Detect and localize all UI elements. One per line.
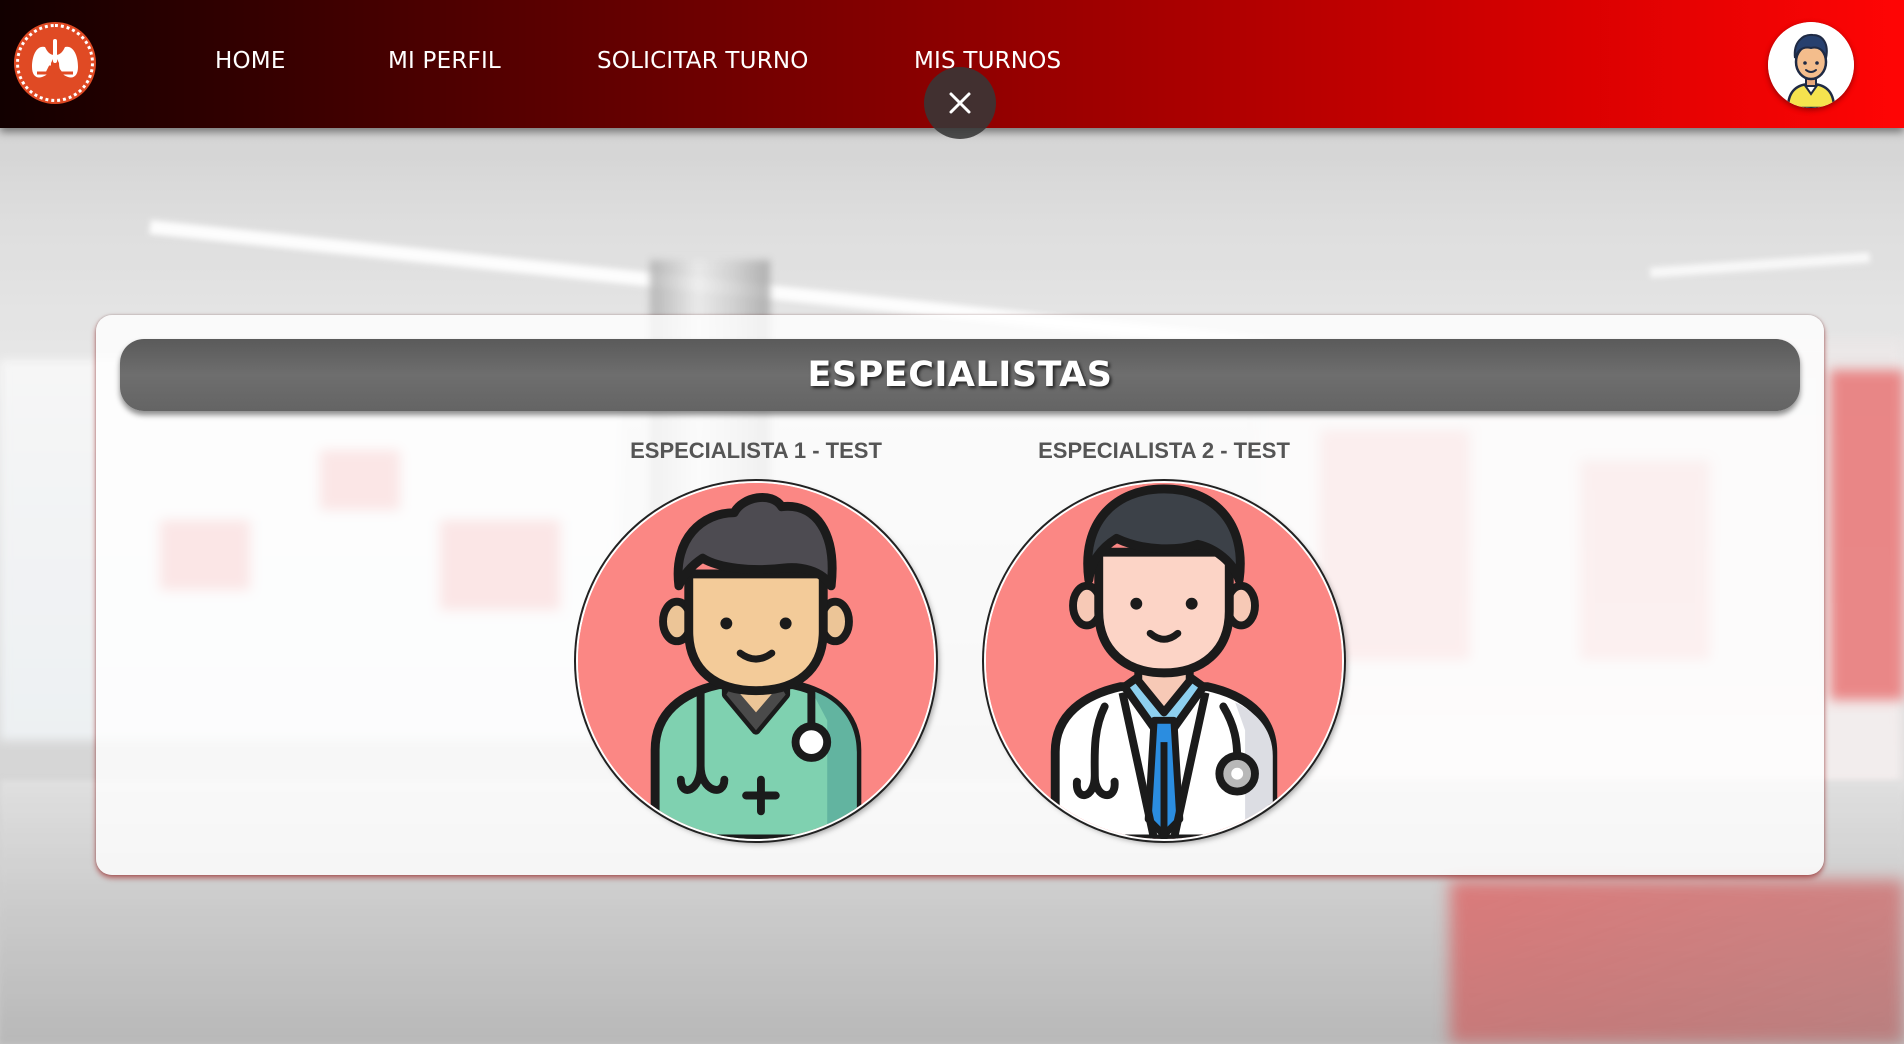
lungs-heartbeat-logo-icon[interactable] <box>16 24 94 102</box>
specialist-name: ESPECIALISTA 2 - TEST <box>1038 438 1290 463</box>
card-header: ESPECIALISTAS <box>120 339 1800 411</box>
nav-solicitar-turno-link[interactable]: SOLICITAR TURNO <box>597 48 809 74</box>
nav-home-link[interactable]: HOME <box>215 48 286 74</box>
user-avatar-icon[interactable] <box>1768 22 1854 108</box>
nurse-doctor-avatar[interactable] <box>576 481 936 841</box>
specialists-card: ESPECIALISTAS ESPECIALISTA 1 - TEST ESPE… <box>96 315 1824 875</box>
doctor-coat-avatar[interactable] <box>984 481 1344 841</box>
close-button[interactable] <box>924 67 996 139</box>
close-icon <box>949 92 971 114</box>
specialist-card-1[interactable]: ESPECIALISTA 1 - TEST <box>576 433 936 841</box>
page-title: ESPECIALISTAS <box>807 355 1113 395</box>
specialist-name: ESPECIALISTA 1 - TEST <box>630 438 882 463</box>
nav-mis-turnos-link[interactable]: MIS TURNOS <box>914 48 1061 74</box>
specialist-card-2[interactable]: ESPECIALISTA 2 - TEST <box>984 433 1344 841</box>
nav-mi-perfil-link[interactable]: MI PERFIL <box>388 48 501 74</box>
